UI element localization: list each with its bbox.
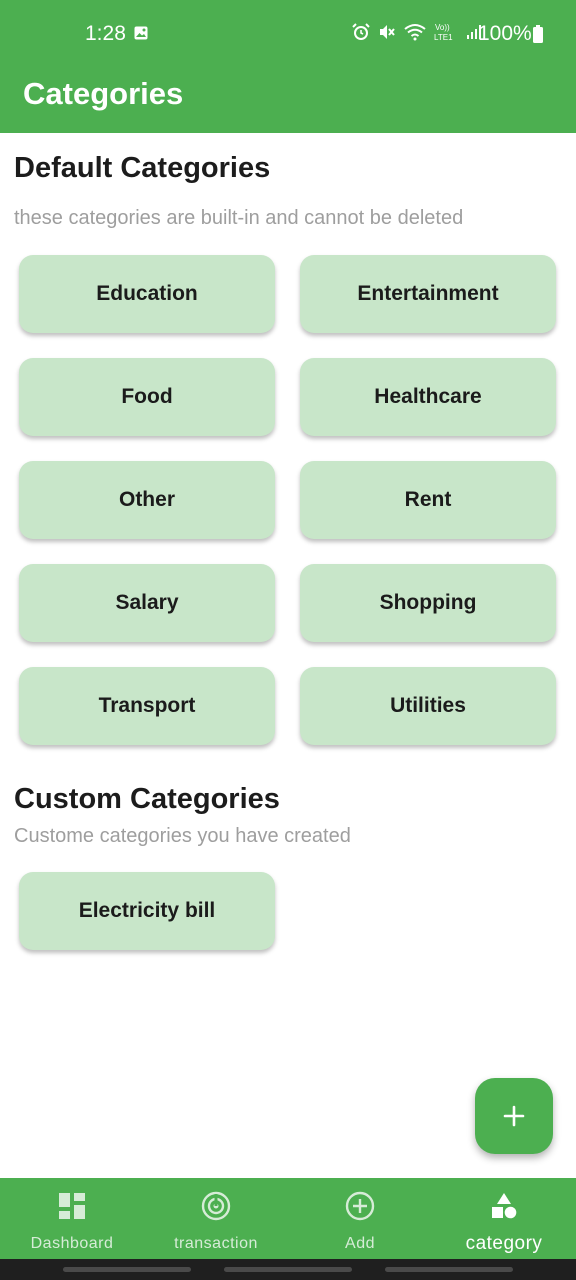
status-icons: Vo)) LTE1 [352,22,482,42]
default-categories-subtitle: these categories are built-in and cannot… [14,207,464,229]
dashboard-icon [59,1193,85,1219]
battery-icon [533,25,543,43]
system-navigation-bar [0,1259,576,1280]
custom-categories-title: Custom Categories [14,783,280,815]
add-category-button[interactable] [475,1078,553,1154]
nav-item-add[interactable]: Add [288,1178,432,1259]
category-chip-education[interactable]: Education [19,255,275,333]
category-chip-transport[interactable]: Transport [19,667,275,745]
category-icon [492,1193,517,1219]
category-chip-rent[interactable]: Rent [300,461,556,539]
category-chip-utilities[interactable]: Utilities [300,667,556,745]
nav-label-category: category [465,1233,543,1254]
category-chip-electricity-bill[interactable]: Electricity bill [19,872,275,950]
add-circle-icon [345,1191,375,1221]
nav-label-transaction: transaction [174,1235,258,1252]
svg-text:LTE1: LTE1 [434,33,453,42]
category-chip-entertainment[interactable]: Entertainment [300,255,556,333]
bottom-navigation: Dashboard transaction Add category [0,1178,576,1259]
transaction-icon [201,1191,231,1221]
custom-categories-grid: Electricity bill [19,872,557,950]
nav-label-dashboard: Dashboard [30,1235,114,1252]
custom-categories-subtitle: Custome categories you have created [14,825,351,847]
nav-item-dashboard[interactable]: Dashboard [0,1178,144,1259]
default-categories-grid: Education Entertainment Food Healthcare … [19,255,557,745]
status-bar: 1:28 Vo)) LTE1 100% [0,0,576,70]
category-chip-shopping[interactable]: Shopping [300,564,556,642]
home-handle[interactable] [224,1267,352,1272]
plus-icon [503,1105,525,1127]
default-categories-title: Default Categories [14,152,271,184]
app-bar: Categories [0,70,576,133]
wifi-icon [404,24,426,41]
category-chip-healthcare[interactable]: Healthcare [300,358,556,436]
recent-apps-handle[interactable] [63,1267,191,1272]
status-time: 1:28 [85,22,126,45]
category-chip-salary[interactable]: Salary [19,564,275,642]
svg-text:Vo)): Vo)) [435,23,450,32]
category-chip-food[interactable]: Food [19,358,275,436]
category-chip-other[interactable]: Other [19,461,275,539]
nav-item-transaction[interactable]: transaction [144,1178,288,1259]
battery-percentage: 100% [478,22,532,45]
back-handle[interactable] [385,1267,513,1272]
photo-icon [134,26,148,40]
alarm-icon [352,23,370,40]
mute-icon [380,25,395,39]
nav-item-category[interactable]: category [432,1178,576,1259]
nav-label-add: Add [345,1235,375,1252]
volte-icon: Vo)) LTE1 [434,23,453,42]
page-title: Categories [23,76,184,111]
